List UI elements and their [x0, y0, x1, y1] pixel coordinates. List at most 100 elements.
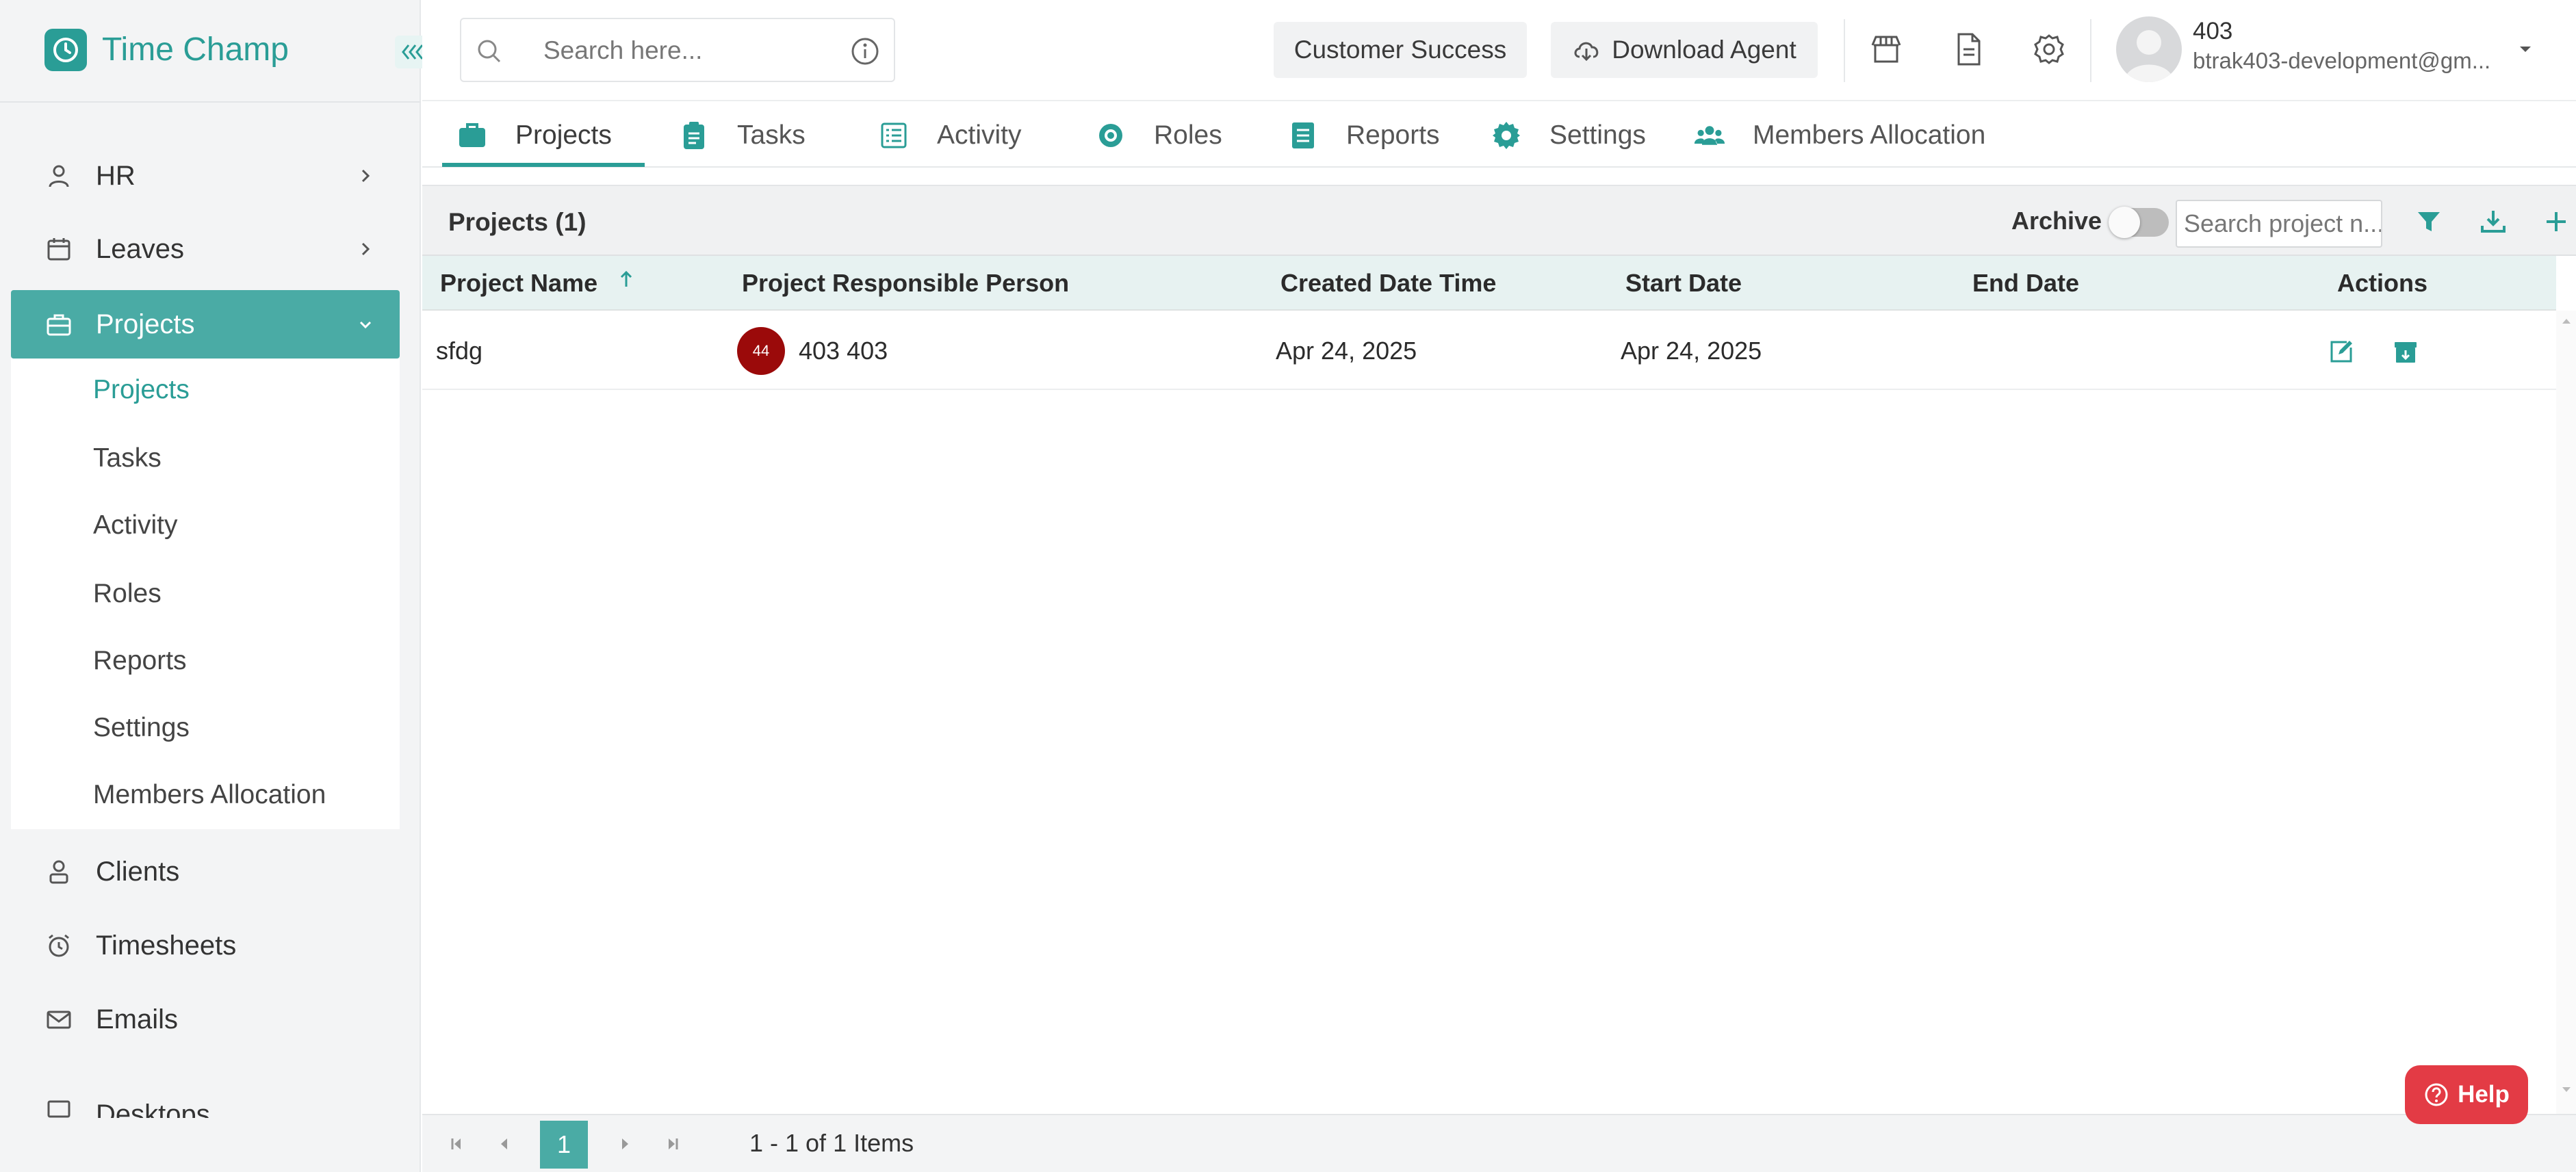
tab-label: Activity	[937, 120, 1022, 150]
sidebar-item-emails[interactable]: Emails	[11, 985, 400, 1054]
download-icon[interactable]	[2478, 207, 2508, 237]
filter-icon[interactable]	[2414, 207, 2444, 237]
header-separator	[1844, 19, 1845, 82]
tab-label: Tasks	[737, 120, 806, 150]
sidebar-item-timesheets[interactable]: Timesheets	[11, 911, 400, 980]
sidebar-item-clients[interactable]: Clients	[11, 837, 400, 906]
submenu-item-reports[interactable]: Reports	[93, 640, 187, 681]
next-page-icon[interactable]	[611, 1130, 639, 1158]
responsible-person-cell: 44 403 403	[737, 312, 888, 390]
tab-reports[interactable]: Reports	[1287, 103, 1440, 168]
project-search-input[interactable]	[2176, 200, 2382, 248]
sidebar-item-label: Timesheets	[96, 930, 237, 961]
submenu-item-activity[interactable]: Activity	[93, 505, 178, 546]
scroll-up-icon	[2562, 319, 2571, 324]
briefcase-icon	[456, 120, 488, 151]
app-logo[interactable]: Time Champ	[44, 27, 289, 72]
archive-toggle[interactable]	[2109, 207, 2169, 238]
sidebar-item-desktops[interactable]: Desktops	[11, 1059, 400, 1118]
grid-title: Projects (1)	[448, 208, 587, 236]
person-avatar: 44	[737, 327, 785, 375]
tab-activity[interactable]: Activity	[878, 103, 1022, 168]
sidebar-divider	[0, 101, 421, 103]
sidebar-item-label: HR	[96, 160, 136, 191]
sidebar-item-label: Projects	[96, 309, 195, 339]
tab-roles[interactable]: Roles	[1095, 103, 1222, 168]
start-date-cell: Apr 24, 2025	[1621, 337, 1762, 365]
header-separator	[2090, 19, 2091, 82]
column-header-created-date[interactable]: Created Date Time	[1280, 256, 1496, 311]
column-header-start-date[interactable]: Start Date	[1625, 256, 1742, 311]
help-button[interactable]: Help	[2405, 1065, 2528, 1124]
search-icon[interactable]	[475, 37, 504, 66]
sidebar-item-leaves[interactable]: Leaves	[11, 215, 400, 283]
last-page-icon[interactable]	[659, 1130, 686, 1158]
project-name-cell[interactable]: sfdg	[436, 312, 482, 390]
download-agent-label: Download Agent	[1612, 36, 1796, 64]
tab-label: Members Allocation	[1753, 120, 1986, 150]
vertical-scrollbar[interactable]	[2556, 311, 2576, 1149]
time-champ-logo-icon	[44, 28, 87, 71]
tab-members-allocation[interactable]: Members Allocation	[1694, 103, 1985, 168]
grid-header: Project Name Project Responsible Person …	[422, 256, 2556, 311]
submenu-item-projects[interactable]: Projects	[93, 369, 190, 411]
sidebar-item-label: Leaves	[96, 233, 184, 264]
alarm-clock-icon	[45, 932, 73, 959]
sidebar-item-hr[interactable]: HR	[11, 142, 400, 210]
submenu-item-tasks[interactable]: Tasks	[93, 438, 162, 479]
store-icon[interactable]	[1867, 30, 1905, 68]
document-icon[interactable]	[1949, 30, 1987, 68]
scroll-down-icon	[2562, 1087, 2571, 1092]
search-input[interactable]	[543, 31, 803, 70]
settings-gear-icon	[1491, 120, 1522, 151]
sort-ascending-icon[interactable]	[618, 269, 634, 289]
client-icon	[45, 858, 73, 885]
avatar[interactable]	[2116, 16, 2182, 82]
info-icon[interactable]	[850, 36, 880, 66]
column-header-end-date[interactable]: End Date	[1972, 256, 2079, 311]
help-label: Help	[2458, 1081, 2510, 1108]
download-agent-button[interactable]: Download Agent	[1551, 22, 1818, 78]
customer-success-button[interactable]: Customer Success	[1274, 22, 1527, 78]
settings-icon[interactable]	[2030, 30, 2068, 68]
tab-projects[interactable]: Projects	[456, 103, 612, 168]
tab-tasks[interactable]: Tasks	[678, 103, 806, 168]
person-name: 403 403	[799, 337, 888, 365]
previous-page-icon[interactable]	[491, 1130, 518, 1158]
archive-label: Archive	[2011, 207, 2102, 235]
grid-toolbar: Projects (1) Archive	[422, 185, 2576, 256]
column-header-actions: Actions	[2337, 269, 2428, 297]
projects-submenu: Projects Tasks Activity Roles Reports Se…	[11, 359, 400, 829]
app-name: Time Champ	[102, 31, 289, 68]
user-icon	[45, 162, 73, 190]
toggle-knob	[2109, 207, 2140, 238]
user-name[interactable]: 403	[2193, 18, 2232, 45]
tab-label: Projects	[515, 120, 612, 150]
people-icon	[1694, 120, 1725, 151]
tab-label: Settings	[1549, 120, 1646, 150]
sidebar: Time Champ HR Leaves Projects Projects T…	[0, 0, 430, 1172]
table-row[interactable]: sfdg 44 403 403 Apr 24, 2025 Apr 24, 202…	[422, 312, 2556, 390]
archive-icon[interactable]	[2392, 338, 2419, 365]
edit-icon[interactable]	[2328, 338, 2355, 365]
submenu-item-settings[interactable]: Settings	[93, 707, 190, 748]
caret-down-icon[interactable]	[2517, 44, 2534, 55]
created-date-cell: Apr 24, 2025	[1276, 337, 1417, 365]
sidebar-item-projects[interactable]: Projects	[11, 290, 400, 359]
cloud-download-icon	[1572, 38, 1601, 62]
add-project-icon[interactable]	[2541, 207, 2571, 237]
user-email[interactable]: btrak403-development@gm...	[2193, 48, 2490, 74]
grid-pager: 1 1 - 1 of 1 Items	[422, 1114, 2576, 1172]
submenu-item-roles[interactable]: Roles	[93, 573, 162, 614]
column-header-project-name[interactable]: Project Name	[440, 256, 634, 311]
submenu-item-members-allocation[interactable]: Members Allocation	[93, 774, 326, 816]
sidebar-item-label: Clients	[96, 856, 180, 887]
tab-settings[interactable]: Settings	[1491, 103, 1646, 168]
pager-info: 1 - 1 of 1 Items	[749, 1129, 914, 1157]
chevron-right-icon	[352, 162, 379, 190]
global-search	[460, 18, 895, 82]
current-page-button[interactable]: 1	[540, 1121, 588, 1169]
column-header-label: Project Name	[440, 269, 598, 297]
first-page-icon[interactable]	[443, 1130, 470, 1158]
column-header-responsible-person[interactable]: Project Responsible Person	[742, 256, 1069, 311]
